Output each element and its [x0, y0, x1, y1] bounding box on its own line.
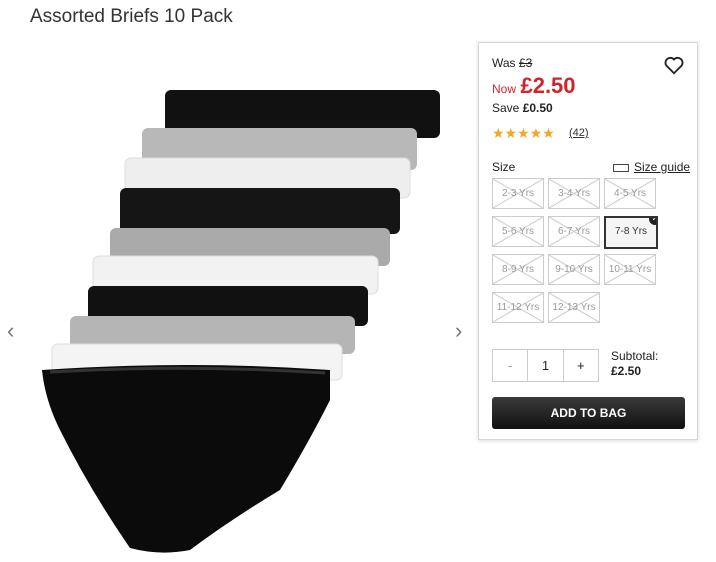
quantity-increase-button[interactable]: + — [562, 350, 598, 381]
check-icon: ✓ — [649, 218, 656, 225]
save-amount: Save £0.50 — [492, 101, 553, 115]
was-price: Was £3 — [492, 56, 533, 70]
size-option-6-7[interactable]: 6-7 Yrs — [548, 216, 600, 247]
product-image — [42, 90, 440, 553]
rating-stars: ★★★★★ — [492, 125, 555, 141]
size-option-3-4[interactable]: 3-4 Yrs — [548, 178, 600, 209]
size-label: Size — [492, 160, 516, 174]
size-option-4-5[interactable]: 4-5 Yrs — [604, 178, 656, 209]
size-option-12-13[interactable]: 12-13 Yrs — [548, 292, 600, 323]
heart-icon[interactable] — [663, 54, 685, 76]
quantity-stepper: - 1 + — [492, 349, 599, 382]
purchase-panel: Was £3 Now £2.50 Save £0.50 ★★★★★ (42) S… — [478, 42, 698, 440]
quantity-input[interactable]: 1 — [528, 350, 562, 381]
product-title: Assorted Briefs 10 Pack — [30, 6, 233, 27]
was-price-value: £3 — [518, 56, 533, 70]
size-option-9-10[interactable]: 9-10 Yrs — [548, 254, 600, 285]
ruler-icon — [613, 163, 629, 172]
subtotal-value: £2.50 — [611, 364, 642, 378]
size-guide-link[interactable]: Size guide — [613, 160, 690, 174]
product-gallery: ‹ › — [0, 60, 478, 560]
size-option-5-6[interactable]: 5-6 Yrs — [492, 216, 544, 247]
size-option-11-12[interactable]: 11-12 Yrs — [492, 292, 544, 323]
size-option-7-8[interactable]: 7-8 Yrs ✓ — [604, 216, 658, 249]
chevron-right-icon[interactable]: › — [455, 318, 462, 344]
review-count-link[interactable]: (42) — [569, 127, 589, 139]
add-to-bag-button[interactable]: ADD TO BAG — [492, 397, 685, 429]
quantity-decrease-button[interactable]: - — [493, 350, 529, 381]
now-price: Now £2.50 — [492, 73, 576, 98]
size-option-2-3[interactable]: 2-3 Yrs — [492, 178, 544, 209]
subtotal: Subtotal: £2.50 — [611, 349, 659, 378]
size-option-10-11[interactable]: 10-11 Yrs — [604, 254, 656, 285]
now-price-value: £2.50 — [520, 73, 576, 98]
chevron-left-icon[interactable]: ‹ — [7, 318, 14, 344]
size-option-8-9[interactable]: 8-9 Yrs — [492, 254, 544, 285]
